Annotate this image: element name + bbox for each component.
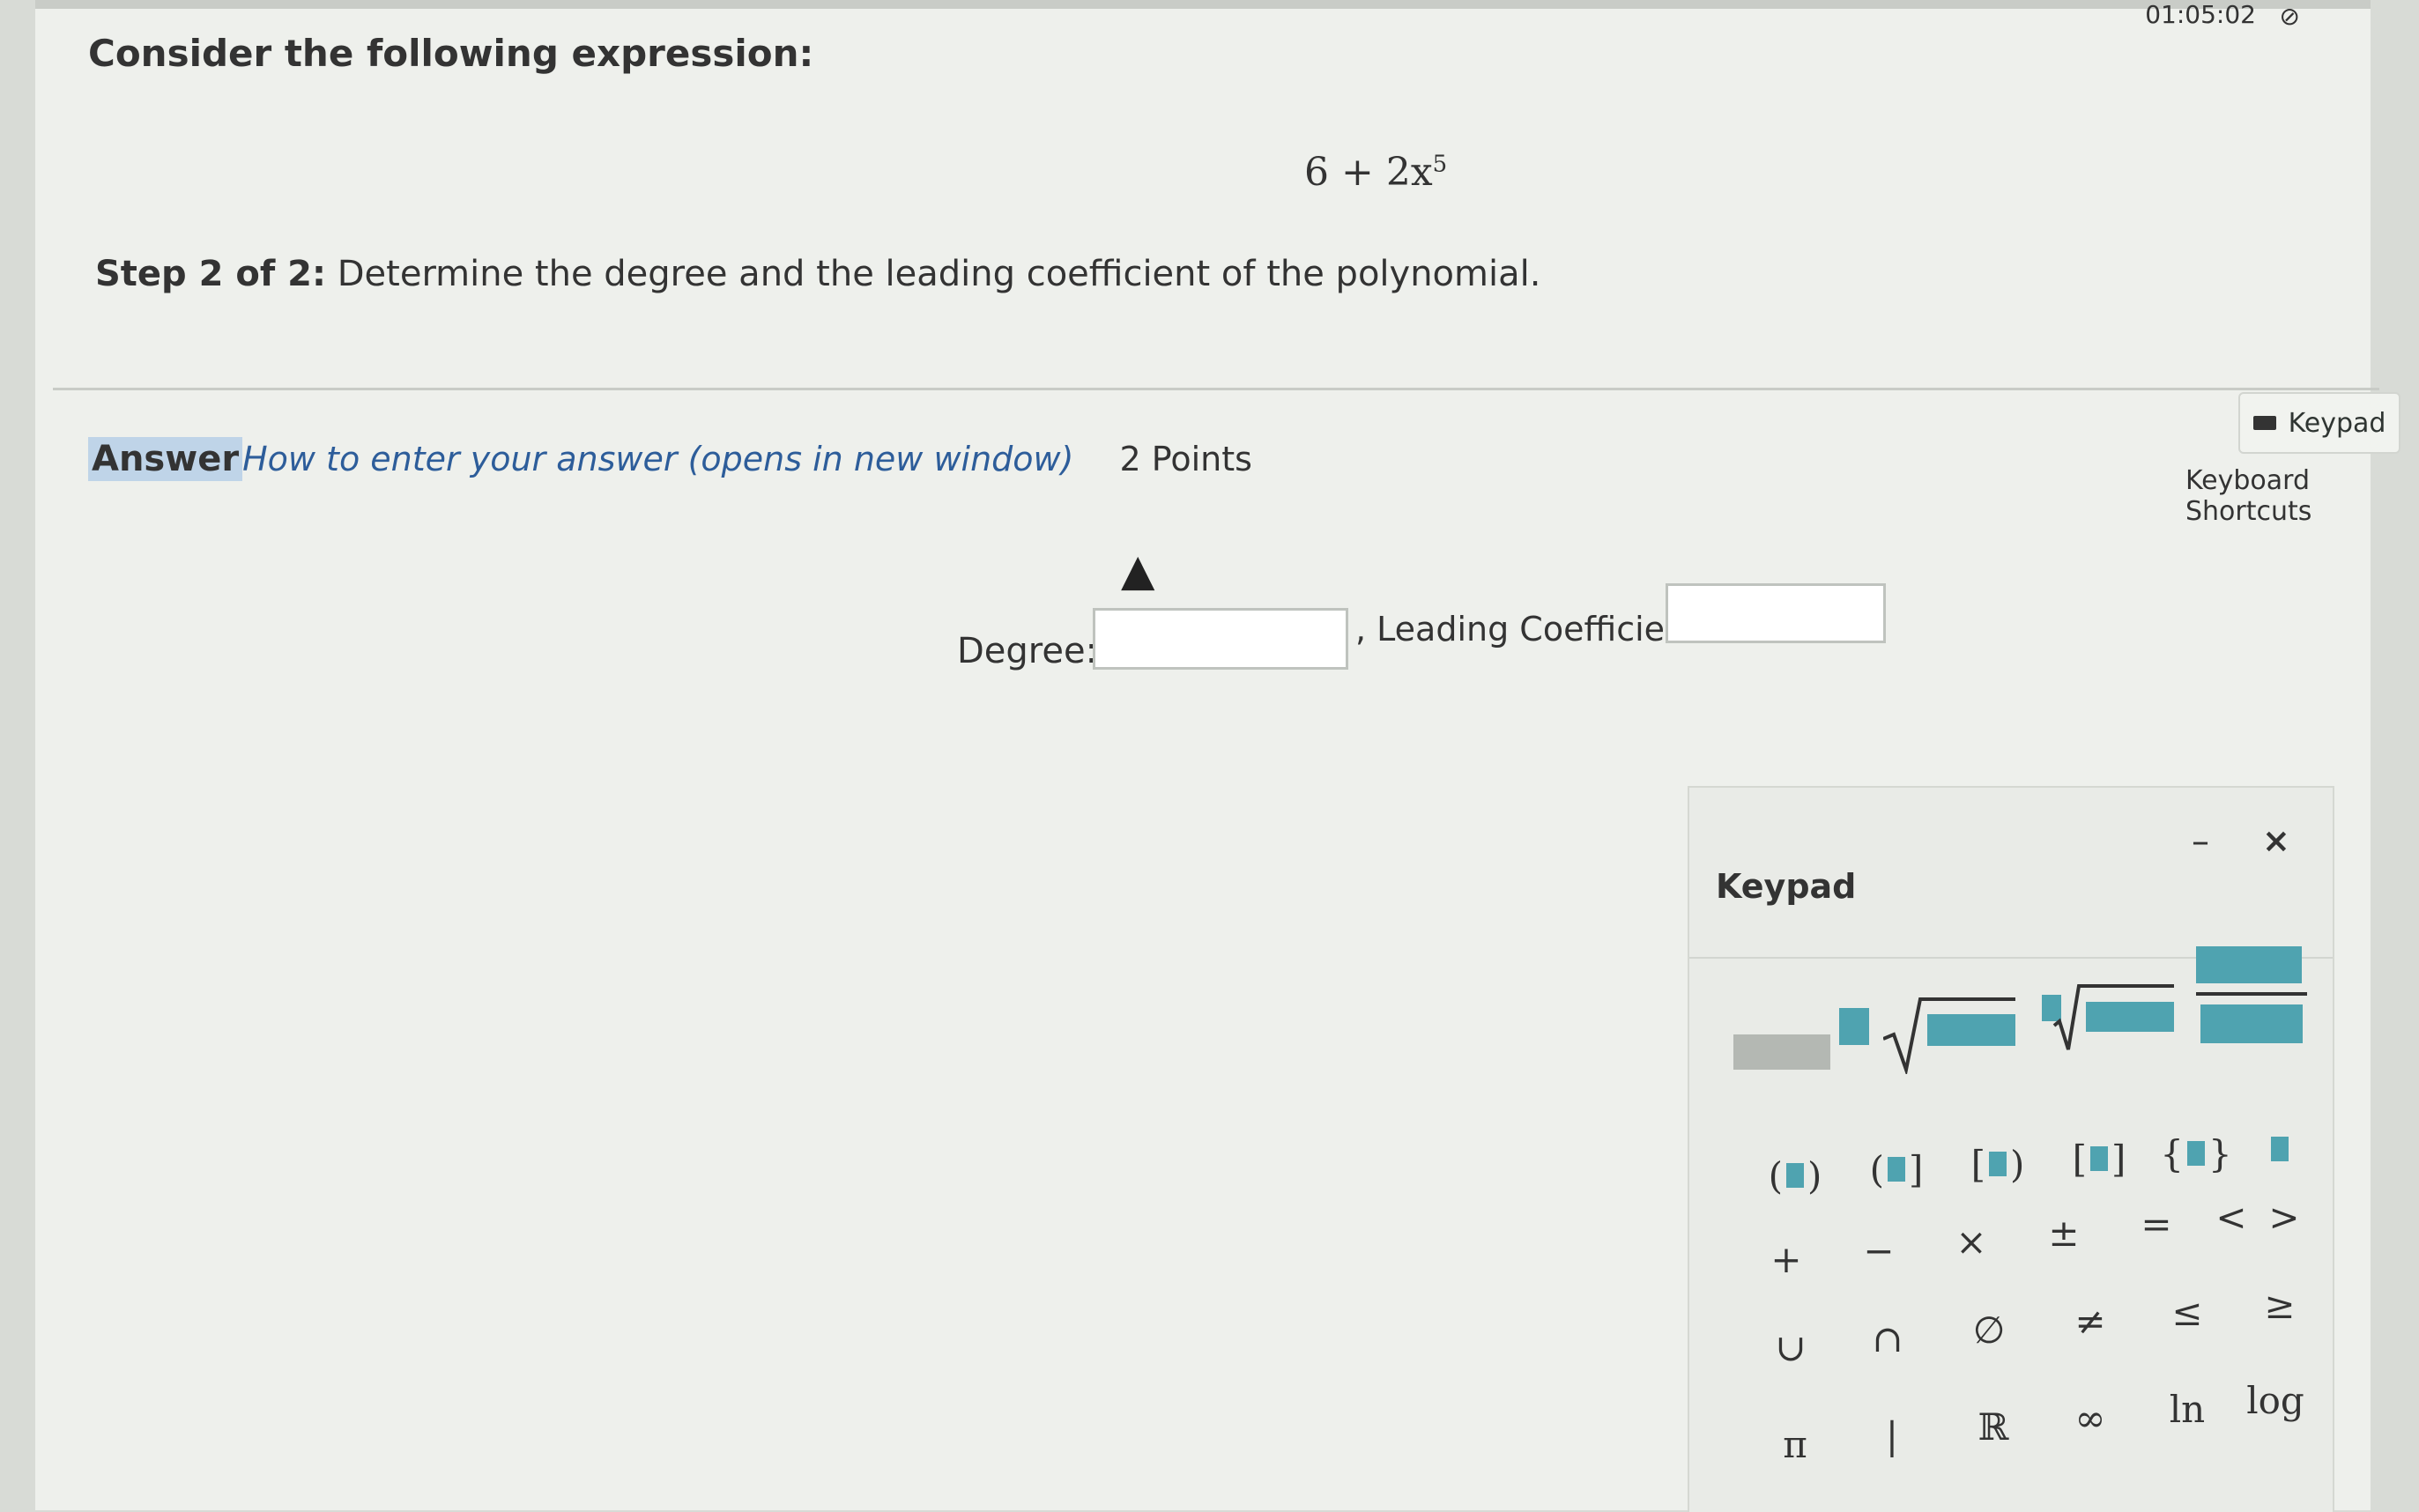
square-brackets-key[interactable]: [] <box>2059 1128 2139 1190</box>
square-root-key[interactable] <box>1883 986 2024 1074</box>
keypad-panel: Keypad – × () (] [) [] {} + − × ± = <… <box>1688 786 2334 1512</box>
union-key[interactable]: ∪ <box>1751 1316 1830 1378</box>
log-key[interactable]: log <box>2236 1369 2315 1431</box>
leading-coefficient-label: , Leading Coefficient: <box>1355 610 1710 649</box>
keypad-toggle-button[interactable]: Keypad <box>2238 392 2400 454</box>
fraction-key[interactable] <box>2196 946 2311 1052</box>
pi-key[interactable]: π <box>1755 1413 1835 1475</box>
equals-key[interactable]: = <box>2117 1193 2196 1255</box>
answer-label: Answer <box>88 437 243 481</box>
keypad-button-label: Keypad <box>2288 407 2386 439</box>
vertical-bar-key[interactable]: | <box>1852 1405 1932 1466</box>
timer: 01:05:02 <box>2145 0 2256 29</box>
divider <box>53 388 2379 390</box>
plus-minus-key[interactable]: ± <box>2024 1202 2104 1264</box>
keyboard-shortcuts-link[interactable]: Keyboard Shortcuts <box>2185 465 2371 527</box>
degree-input[interactable] <box>1093 608 1348 670</box>
exponent-key[interactable] <box>1733 990 1869 1078</box>
half-open-right-key[interactable]: [) <box>1958 1133 2037 1195</box>
greater-than-key[interactable]: > <box>2245 1186 2324 1248</box>
keypad-minimize-button[interactable]: – <box>2192 821 2209 862</box>
question-prompt: Consider the following expression: <box>88 32 814 75</box>
intersection-key[interactable]: ∩ <box>1848 1308 1927 1369</box>
plus-key[interactable]: + <box>1747 1228 1826 1290</box>
degree-label: Degree: <box>957 631 1098 671</box>
not-equal-key[interactable]: ≠ <box>2051 1290 2130 1352</box>
points: 2 Points <box>1119 440 1252 478</box>
half-open-left-key[interactable]: (] <box>1857 1138 1936 1200</box>
nth-radical-icon <box>2042 984 2174 1050</box>
nth-root-key[interactable] <box>2042 977 2183 1065</box>
step-instruction: Step 2 of 2: Determine the degree and th… <box>95 254 1540 294</box>
minus-key[interactable]: − <box>1839 1219 1918 1281</box>
times-key[interactable]: × <box>1932 1211 2011 1272</box>
mouse-cursor-icon: ▲ <box>1121 545 1155 596</box>
keypad-title: Keypad <box>1716 867 1857 906</box>
keyboard-icon <box>2252 416 2276 430</box>
hide-timer-icon[interactable]: ⊘ <box>2280 2 2300 31</box>
leading-coefficient-input[interactable] <box>1666 583 1886 643</box>
step-text: Determine the degree and the leading coe… <box>337 254 1541 294</box>
radical-icon <box>1883 997 2015 1074</box>
step-label: Step 2 of 2: <box>95 254 327 294</box>
greater-equal-key[interactable]: ≥ <box>2240 1274 2319 1336</box>
expression-exponent: 5 <box>1432 151 1448 178</box>
question-page: 01:05:02 ⊘ Consider the following expres… <box>35 0 2400 1512</box>
top-strip <box>35 0 2371 9</box>
curly-braces-key[interactable]: {} <box>2156 1123 2236 1184</box>
answer-header: Answer How to enter your answer (opens in… <box>88 437 1252 481</box>
expression: 6 + 2x5 <box>1304 150 1447 195</box>
empty-set-key[interactable]: ∅ <box>1949 1299 2029 1360</box>
parentheses-key[interactable]: () <box>1755 1145 1835 1206</box>
infinity-key[interactable]: ∞ <box>2051 1387 2130 1449</box>
ln-key[interactable]: ln <box>2148 1378 2227 1440</box>
howto-link[interactable]: How to enter your answer (opens in new w… <box>242 440 1073 478</box>
keypad-close-button[interactable]: × <box>2262 821 2290 860</box>
less-equal-key[interactable]: ≤ <box>2148 1281 2227 1343</box>
expression-base: 6 + 2x <box>1304 150 1433 195</box>
real-numbers-key[interactable]: ℝ <box>1954 1396 2033 1457</box>
absolute-bar-key[interactable] <box>2240 1118 2319 1180</box>
